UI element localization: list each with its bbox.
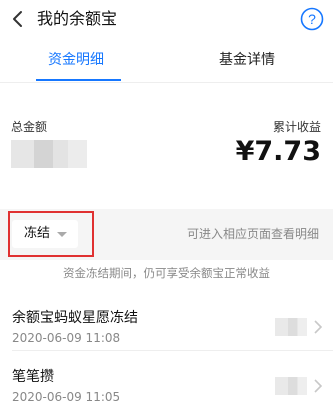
- tab-fund-info[interactable]: 基金详情: [219, 50, 275, 70]
- masked-item-amount: [275, 318, 307, 336]
- chevron-right-icon: [314, 320, 323, 334]
- item-time: 2020-06-09 11:08: [12, 331, 121, 345]
- balance-summary: 总金额 累计收益 ¥7.73: [0, 83, 333, 209]
- masked-total-amount: [11, 140, 87, 168]
- svg-text:?: ?: [308, 11, 316, 27]
- masked-item-amount: [275, 377, 307, 395]
- tab-bar: 资金明细 基金详情: [0, 38, 333, 83]
- filter-hint: 可进入相应页面查看明细: [186, 227, 319, 241]
- total-amount-label: 总金额: [11, 120, 48, 134]
- freeze-notice: 资金冻结期间，仍可享受余额宝正常收益: [63, 266, 270, 280]
- question-circle-icon[interactable]: ?: [300, 7, 324, 31]
- top-bar: 我的余额宝 ?: [0, 0, 333, 38]
- item-title: 笔笔攒: [12, 369, 54, 385]
- page-title: 我的余额宝: [37, 9, 118, 28]
- cumulative-income-value: ¥7.73: [235, 136, 321, 167]
- item-time: 2020-06-09 11:05: [12, 390, 121, 404]
- list-item[interactable]: 余额宝蚂蚁星愿冻结 2020-06-09 11:08: [0, 292, 333, 351]
- active-tab-indicator: [36, 79, 121, 81]
- filter-selected-label: 冻结: [24, 226, 51, 241]
- list-item[interactable]: 笔笔攒 2020-06-09 11:05: [0, 351, 333, 410]
- chevron-right-icon: [314, 379, 323, 393]
- chevron-left-icon[interactable]: [8, 9, 28, 29]
- filter-bar: 冻结 可进入相应页面查看明细: [0, 209, 333, 260]
- cumulative-income-label: 累计收益: [272, 120, 321, 134]
- tab-fund-details[interactable]: 资金明细: [48, 50, 104, 70]
- item-title: 余额宝蚂蚁星愿冻结: [12, 310, 138, 326]
- caret-down-icon: [57, 232, 67, 237]
- filter-dropdown[interactable]: 冻结: [12, 220, 78, 248]
